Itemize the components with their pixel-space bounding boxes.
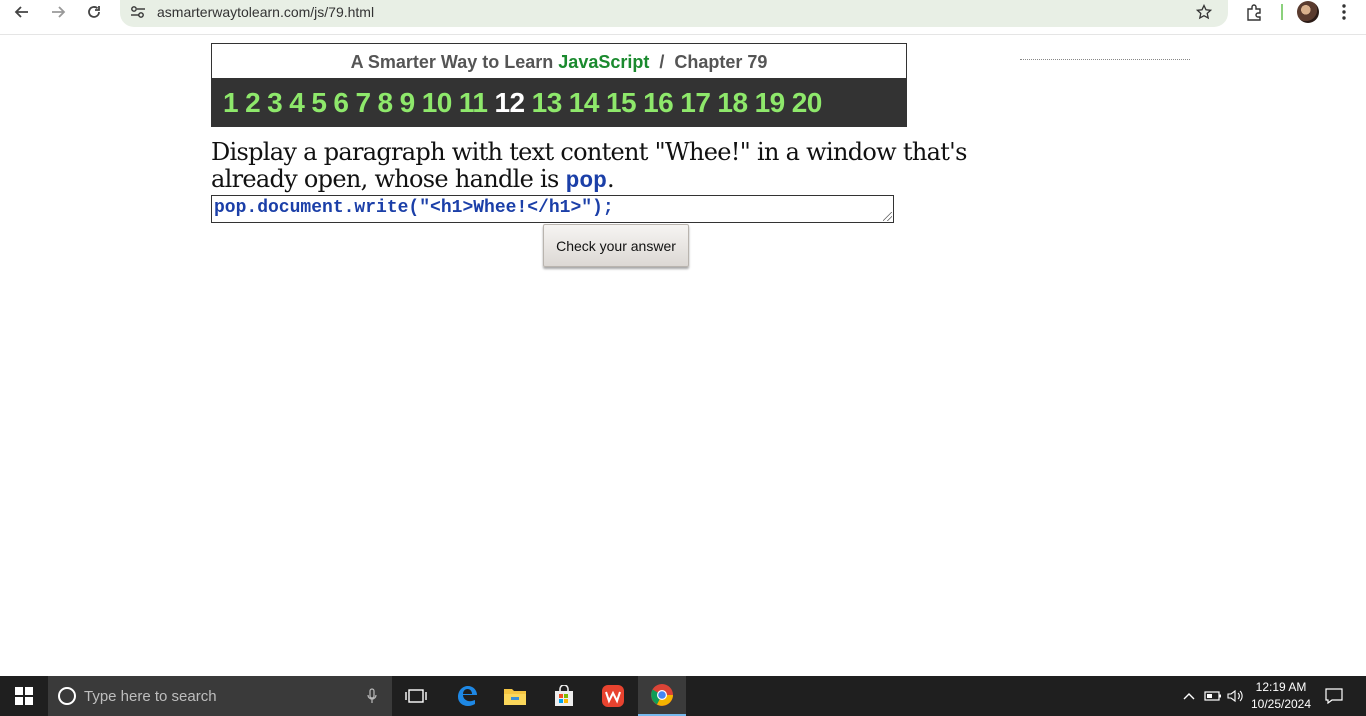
start-windows-icon[interactable] [0, 676, 48, 716]
exercise-link-10[interactable]: 10 [422, 87, 453, 119]
exercise-nav: 1 2 3 4 5 6 7 8 9 10 11 12 13 14 15 16 17 18 19 20 [212, 78, 906, 127]
exercise-link-6[interactable]: 6 [333, 87, 349, 119]
show-hidden-icons-chevron-icon[interactable] [1180, 676, 1198, 716]
exercise-link-15[interactable]: 15 [606, 87, 637, 119]
exercise-link-20[interactable]: 20 [792, 87, 823, 119]
exercise-link-16[interactable]: 16 [643, 87, 674, 119]
question-code: pop [565, 168, 607, 194]
search-placeholder: Type here to search [84, 688, 217, 705]
address-bar[interactable]: asmarterwaytolearn.com/js/79.html [120, 0, 1228, 27]
task-view-icon[interactable] [392, 676, 440, 716]
exercise-link-11[interactable]: 11 [459, 87, 488, 119]
exercise-link-19[interactable]: 19 [755, 87, 786, 119]
profile-avatar[interactable] [1297, 1, 1319, 23]
chapter-header: A Smarter Way to Learn JavaScript / Chap… [211, 43, 907, 127]
check-answer-button[interactable]: Check your answer [543, 224, 689, 267]
exercise-link-14[interactable]: 14 [569, 87, 600, 119]
exercise-link-9[interactable]: 9 [400, 87, 416, 119]
chapter-title: A Smarter Way to Learn JavaScript / Chap… [212, 52, 906, 73]
cortana-icon [58, 687, 76, 705]
site-settings-icon[interactable] [130, 4, 146, 20]
edge-icon[interactable] [443, 676, 491, 716]
reload-icon[interactable] [80, 0, 108, 24]
exercise-link-18[interactable]: 18 [717, 87, 748, 119]
exercise-link-2[interactable]: 2 [245, 87, 261, 119]
question-text: Display a paragraph with text content "W… [211, 139, 1001, 195]
microphone-icon[interactable] [366, 687, 378, 705]
extensions-icon[interactable] [1243, 1, 1265, 23]
back-icon[interactable] [8, 0, 36, 24]
title-brand: JavaScript [558, 52, 650, 72]
forward-icon[interactable] [44, 0, 72, 24]
volume-icon[interactable] [1226, 676, 1246, 716]
exercise-link-4[interactable]: 4 [289, 87, 305, 119]
exercise-link-12[interactable]: 12 [494, 87, 525, 119]
clock-date: 10/25/2024 [1250, 697, 1312, 711]
exercise-link-8[interactable]: 8 [378, 87, 394, 119]
exercise-link-5[interactable]: 5 [311, 87, 327, 119]
question-end: . [607, 165, 615, 193]
title-chapter: Chapter 79 [674, 52, 768, 72]
resize-grip-icon[interactable] [883, 212, 892, 221]
exercise-link-13[interactable]: 13 [532, 87, 563, 119]
exercise-link-7[interactable]: 7 [355, 87, 371, 119]
bookmark-star-icon[interactable] [1194, 2, 1214, 22]
battery-icon[interactable] [1203, 676, 1223, 716]
answer-text: pop.document.write("<h1>Whee!</h1>"); [214, 198, 614, 218]
answer-textarea[interactable]: pop.document.write("<h1>Whee!</h1>"); [211, 195, 894, 223]
chrome-icon[interactable] [638, 676, 686, 716]
decorative-dotted-line [1020, 59, 1190, 60]
browser-toolbar: asmarterwaytolearn.com/js/79.html [0, 0, 1366, 35]
notifications-icon[interactable] [1322, 676, 1346, 716]
toolbar-divider [1281, 4, 1283, 20]
exercise-link-3[interactable]: 3 [267, 87, 283, 119]
url-text[interactable]: asmarterwaytolearn.com/js/79.html [157, 4, 374, 20]
title-separator: / [649, 52, 675, 72]
wps-office-icon[interactable] [589, 676, 637, 716]
title-prefix: A Smarter Way to Learn [350, 52, 559, 72]
exercise-link-17[interactable]: 17 [680, 87, 711, 119]
file-explorer-icon[interactable] [491, 676, 539, 716]
taskbar-search[interactable]: Type here to search [48, 676, 392, 716]
taskbar: Type here to search 12:19 AM 10/25/2024 [0, 676, 1366, 716]
exercise-link-1[interactable]: 1 [223, 87, 239, 119]
microsoft-store-icon[interactable] [540, 676, 588, 716]
more-menu-icon[interactable] [1334, 1, 1354, 23]
clock-time: 12:19 AM [1255, 680, 1307, 694]
system-clock[interactable]: 12:19 AM 10/25/2024 [1248, 679, 1314, 713]
